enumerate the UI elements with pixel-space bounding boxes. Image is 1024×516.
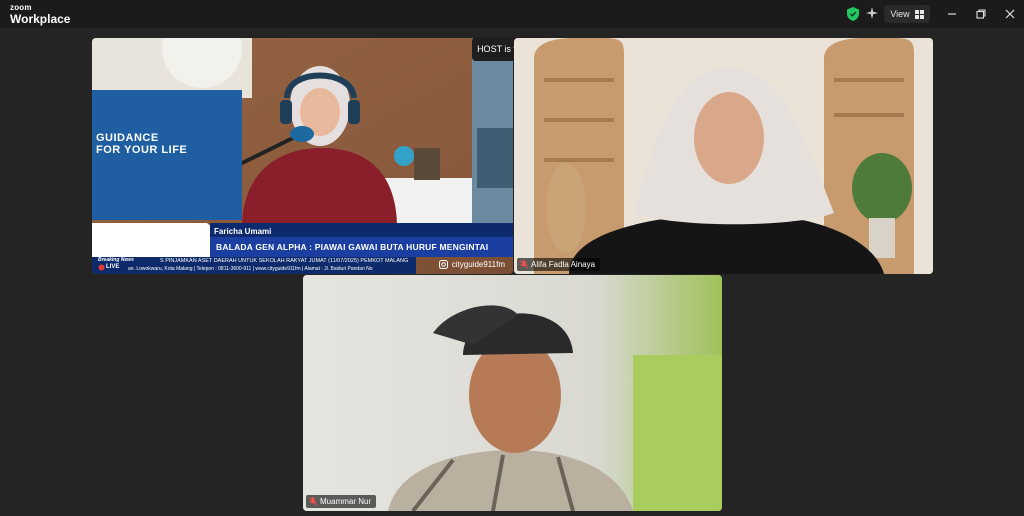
view-label: View — [890, 9, 910, 19]
social-handle: cityguide911fm — [438, 260, 505, 269]
participant-2-video — [514, 38, 933, 274]
minimize-icon — [948, 13, 956, 15]
video-tile-studio[interactable]: GUIDANCE FOR YOUR LIFE Faricha Umami BAL… — [92, 38, 513, 274]
restore-icon — [976, 9, 986, 19]
participant-3-video — [303, 275, 722, 511]
title-bar: zoom Workplace View — [0, 0, 1024, 28]
participant-name-tag: Muammar Nur — [306, 495, 377, 508]
video-tile-participant-2[interactable]: Alifa Fadla Ainaya — [514, 38, 933, 274]
host-name: Faricha Umami — [214, 227, 272, 236]
brand-bottom: Workplace — [10, 12, 71, 26]
live-badge: LIVE — [95, 262, 122, 272]
ticker-line-2: an. Lowokwaru, Kota Malang | Telepon : 0… — [128, 266, 373, 272]
live-label: LIVE — [106, 264, 120, 270]
live-icon — [98, 264, 105, 270]
lower-third-graphic — [92, 223, 513, 259]
view-button[interactable]: View — [884, 5, 930, 23]
shield-icon[interactable] — [847, 7, 859, 21]
brand-top: zoom — [10, 3, 32, 12]
banner-text: GUIDANCE FOR YOUR LIFE — [96, 132, 187, 156]
program-headline: BALADA GEN ALPHA : PIAWAI GAWAI BUTA HUR… — [216, 242, 489, 252]
minimize-button[interactable] — [942, 4, 962, 24]
participant-name: Alifa Fadla Ainaya — [531, 260, 596, 269]
video-tile-participant-3[interactable]: Muammar Nur — [303, 275, 722, 511]
participant-name-tag: Alifa Fadla Ainaya — [517, 258, 601, 271]
banner-line1: GUIDANCE — [96, 132, 159, 144]
mic-muted-icon — [520, 260, 528, 269]
close-button[interactable] — [1000, 4, 1020, 24]
sparkle-icon[interactable] — [866, 7, 878, 19]
app-logo: zoom Workplace — [10, 3, 71, 26]
mic-muted-icon — [309, 497, 317, 506]
close-icon — [1005, 9, 1015, 19]
ticker-line-1: S PINJAMKAN ASET DAERAH UNTUK SEKOLAH RA… — [160, 258, 409, 264]
banner-line2: FOR YOUR LIFE — [96, 144, 188, 156]
participant-name: Muammar Nur — [320, 497, 372, 506]
grid-icon — [914, 9, 924, 19]
instagram-icon — [438, 260, 448, 269]
restore-button[interactable] — [971, 4, 991, 24]
social-handle-text: cityguide911fm — [451, 260, 505, 269]
